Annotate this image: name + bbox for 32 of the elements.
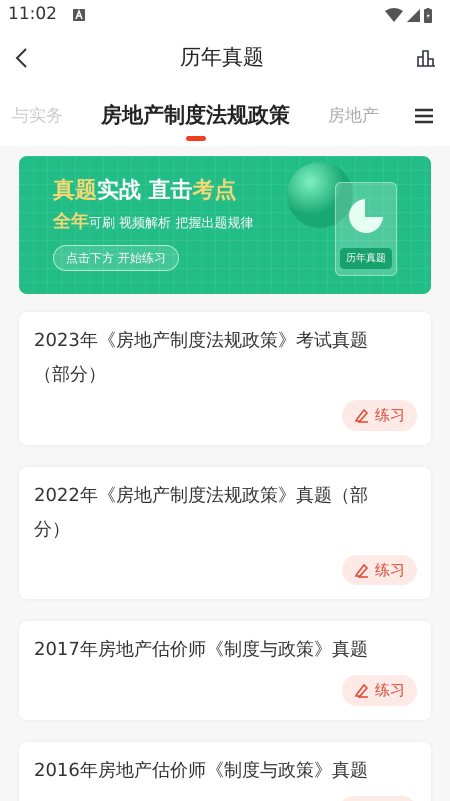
exam-paper-card[interactable]: 2022年《房地产制度法规政策》真题（部分） 练习 — [19, 466, 431, 599]
promo-banner[interactable]: 真题实战 直击考点 全年可刷 视频解析 把握出题规律 点击下方 开始练习 历年真题 — [19, 156, 431, 294]
pie-chart-icon — [349, 197, 385, 235]
signal-icon — [407, 8, 420, 22]
practice-button[interactable]: 练习 — [342, 400, 417, 430]
practice-button[interactable]: 练习 — [342, 675, 417, 706]
sphere-icon — [287, 162, 353, 228]
battery-icon — [424, 8, 432, 22]
category-tab[interactable]: 房地产 — [328, 92, 379, 140]
banner-subtitle: 全年可刷 视频解析 把握出题规律 — [53, 210, 254, 234]
pen-icon — [354, 682, 370, 698]
start-practice-button[interactable]: 点击下方 开始练习 — [53, 245, 179, 272]
back-button[interactable] — [14, 47, 28, 69]
menu-icon — [414, 108, 434, 124]
category-tab[interactable]: 房地产制度法规政策 — [101, 89, 290, 143]
pen-icon — [354, 407, 370, 424]
notification-icon — [73, 9, 85, 21]
practice-button[interactable]: 练习 — [342, 554, 417, 585]
exam-paper-card[interactable]: 2016年房地产估价师《制度与政策》真题 — [19, 742, 431, 801]
pen-icon — [354, 562, 370, 578]
card-label: 历年真题 — [340, 248, 392, 269]
paper-title: 2017年房地产估价师《制度与政策》真题 — [34, 638, 369, 662]
paper-title: 2016年房地产估价师《制度与政策》真题 — [34, 758, 369, 782]
exam-paper-card[interactable]: 2017年房地产估价师《制度与政策》真题 练习 — [19, 621, 431, 720]
paper-title: 2022年《房地产制度法规政策》真题（部分） — [34, 484, 369, 542]
exam-paper-card[interactable]: 2023年《房地产制度法规政策》考试真题（部分） 练习 — [19, 312, 431, 444]
paper-title: 2023年《房地产制度法规政策》考试真题（部分） — [34, 329, 369, 387]
bar-chart-button[interactable] — [416, 49, 436, 67]
page-title: 历年真题 — [180, 44, 264, 72]
banner-headline: 真题实战 直击考点 — [53, 178, 237, 204]
status-time: 11:02 — [8, 3, 57, 26]
wifi-icon — [385, 8, 403, 22]
